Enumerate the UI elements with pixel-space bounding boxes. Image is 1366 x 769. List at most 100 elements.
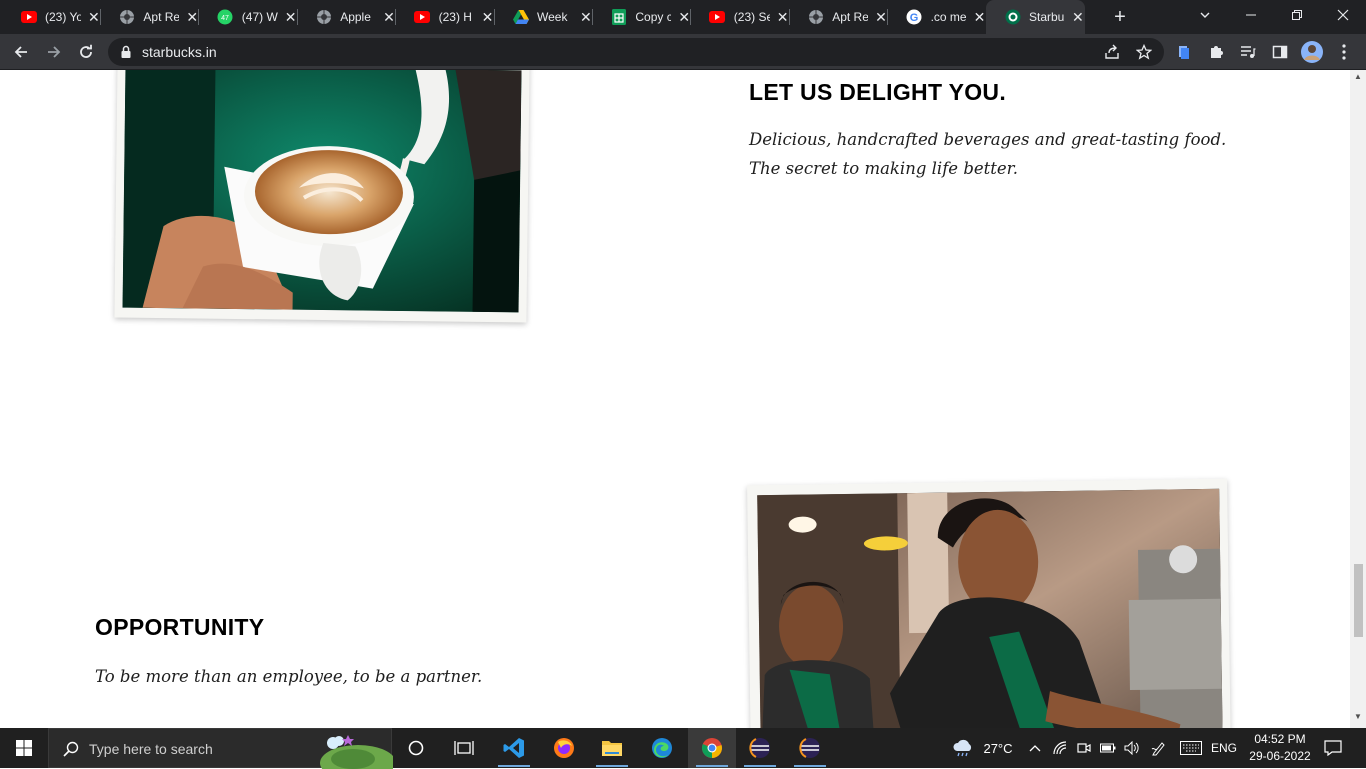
minimize-button[interactable]: [1228, 0, 1274, 30]
url-text[interactable]: starbucks.in: [142, 44, 217, 60]
show-hidden-icons-button[interactable]: [1024, 728, 1046, 768]
windows-logo-icon: [16, 740, 32, 756]
language-label[interactable]: ENG: [1211, 741, 1237, 755]
search-placeholder[interactable]: Type here to search: [89, 741, 213, 757]
close-tab-icon[interactable]: ✕: [382, 9, 396, 25]
eclipse-taskbar-button-2[interactable]: [786, 728, 834, 768]
forward-button[interactable]: [40, 38, 68, 66]
tab-title[interactable]: (47) W: [242, 10, 278, 24]
battery-tray-icon[interactable]: [1098, 728, 1118, 768]
delight-description: Delicious, handcrafted beverages and gre…: [749, 130, 1227, 178]
tab-title[interactable]: (23) H: [439, 10, 475, 24]
close-tab-icon[interactable]: ✕: [480, 9, 494, 25]
arrow-left-icon: [14, 46, 27, 58]
browser-tab[interactable]: Apple ✕: [297, 0, 397, 34]
tab-title[interactable]: Starbu: [1029, 10, 1065, 24]
share-icon[interactable]: [1104, 44, 1120, 60]
browser-tab[interactable]: Apt Re ✕: [789, 0, 889, 34]
pen-tray-icon[interactable]: [1148, 728, 1170, 768]
profile-button[interactable]: [1298, 38, 1326, 66]
weather-temperature[interactable]: 27°C: [983, 741, 1012, 756]
firefox-icon: [554, 738, 574, 758]
browser-tab[interactable]: Starbu ✕: [986, 0, 1085, 34]
clock[interactable]: 04:52 PM 29-06-2022: [1244, 728, 1316, 768]
close-tab-icon[interactable]: ✕: [874, 9, 888, 25]
close-tab-icon[interactable]: ✕: [284, 9, 298, 25]
back-button[interactable]: [7, 38, 35, 66]
tab-title[interactable]: (23) Yo: [45, 10, 81, 24]
close-tab-icon[interactable]: ✕: [185, 9, 199, 25]
taskbar-search-box[interactable]: Type here to search: [48, 728, 393, 769]
meet-now-tray-icon[interactable]: [1074, 728, 1094, 768]
media-control-button[interactable]: [1234, 38, 1262, 66]
cortana-button[interactable]: [392, 728, 440, 768]
tab-search-button[interactable]: [1182, 0, 1228, 30]
tab-title[interactable]: Week: [537, 10, 573, 24]
clock-time[interactable]: 04:52 PM: [1254, 731, 1305, 748]
browser-toolbar: starbucks.in: [0, 34, 1366, 70]
browser-tab[interactable]: Copy c ✕: [592, 0, 692, 34]
reload-icon: [80, 44, 92, 58]
firefox-taskbar-button[interactable]: [540, 728, 588, 768]
close-tab-icon[interactable]: ✕: [1071, 9, 1085, 25]
restore-button[interactable]: [1274, 0, 1320, 30]
weather-widget[interactable]: 27°C: [948, 728, 1016, 768]
close-tab-icon[interactable]: ✕: [579, 9, 593, 25]
cortana-circle-icon: [408, 740, 424, 756]
tab-title[interactable]: Apt Re: [143, 10, 179, 24]
scrollbar-thumb[interactable]: [1354, 564, 1363, 637]
browser-tab[interactable]: (23) H ✕: [396, 0, 495, 34]
close-tab-icon[interactable]: ✕: [972, 9, 986, 25]
notification-center-button[interactable]: [1318, 728, 1348, 768]
browser-tab[interactable]: 47 (47) W ✕: [199, 0, 298, 34]
svg-text:G: G: [910, 12, 919, 24]
arrow-right-icon: [48, 46, 61, 58]
close-window-button[interactable]: [1320, 0, 1366, 30]
reload-button[interactable]: [72, 38, 100, 66]
tab-title[interactable]: Apt Re: [832, 10, 868, 24]
eclipse-icon: [749, 738, 770, 758]
page-scrollbar[interactable]: ▲ ▼: [1350, 70, 1366, 728]
lock-icon[interactable]: [120, 45, 132, 59]
input-language-indicator[interactable]: ENG: [1208, 728, 1240, 768]
google-drive-icon: [512, 9, 529, 26]
start-button[interactable]: [0, 728, 48, 768]
touch-keyboard-button[interactable]: [1176, 728, 1206, 768]
browser-tab[interactable]: G .co me ✕: [888, 0, 987, 34]
tab-title[interactable]: Apple: [340, 10, 376, 24]
extensions-button[interactable]: [1202, 38, 1230, 66]
chevron-up-icon: [1029, 745, 1041, 752]
close-tab-icon[interactable]: ✕: [776, 9, 790, 25]
scroll-down-arrow-icon[interactable]: ▼: [1354, 712, 1362, 721]
extension-button[interactable]: [1170, 38, 1198, 66]
close-tab-icon[interactable]: ✕: [677, 9, 691, 25]
browser-tab[interactable]: Week ✕: [494, 0, 593, 34]
tab-title[interactable]: (23) Se: [734, 10, 770, 24]
close-tab-icon[interactable]: ✕: [87, 9, 101, 25]
clock-date[interactable]: 29-06-2022: [1249, 748, 1310, 765]
address-bar[interactable]: starbucks.in: [108, 38, 1164, 66]
restore-icon: [1292, 10, 1302, 20]
browser-tab[interactable]: Apt Re ✕: [100, 0, 200, 34]
task-view-button[interactable]: [440, 728, 488, 768]
network-tray-icon[interactable]: [1050, 728, 1070, 768]
tab-title[interactable]: Copy c: [635, 10, 671, 24]
volume-tray-icon[interactable]: [1122, 728, 1142, 768]
eclipse-taskbar-button-1[interactable]: [736, 728, 784, 768]
browser-tab[interactable]: (23) Yo ✕: [2, 0, 101, 34]
tab-title[interactable]: .co me: [931, 10, 967, 24]
browser-tab[interactable]: (23) Se ✕: [691, 0, 790, 34]
vscode-taskbar-button[interactable]: [490, 728, 538, 768]
chrome-menu-button[interactable]: [1330, 38, 1358, 66]
youtube-icon: [414, 9, 431, 26]
scroll-up-arrow-icon[interactable]: ▲: [1354, 72, 1362, 81]
avatar: [1301, 41, 1323, 63]
new-tab-button[interactable]: +: [1108, 5, 1132, 29]
chrome-taskbar-button[interactable]: [688, 728, 736, 768]
edge-taskbar-button[interactable]: [638, 728, 686, 768]
file-explorer-taskbar-button[interactable]: [588, 728, 636, 768]
opportunity-description: To be more than an employee, to be a par…: [95, 667, 483, 686]
side-panel-button[interactable]: [1266, 38, 1294, 66]
task-view-icon: [454, 741, 474, 755]
bookmark-star-icon[interactable]: [1136, 44, 1152, 60]
